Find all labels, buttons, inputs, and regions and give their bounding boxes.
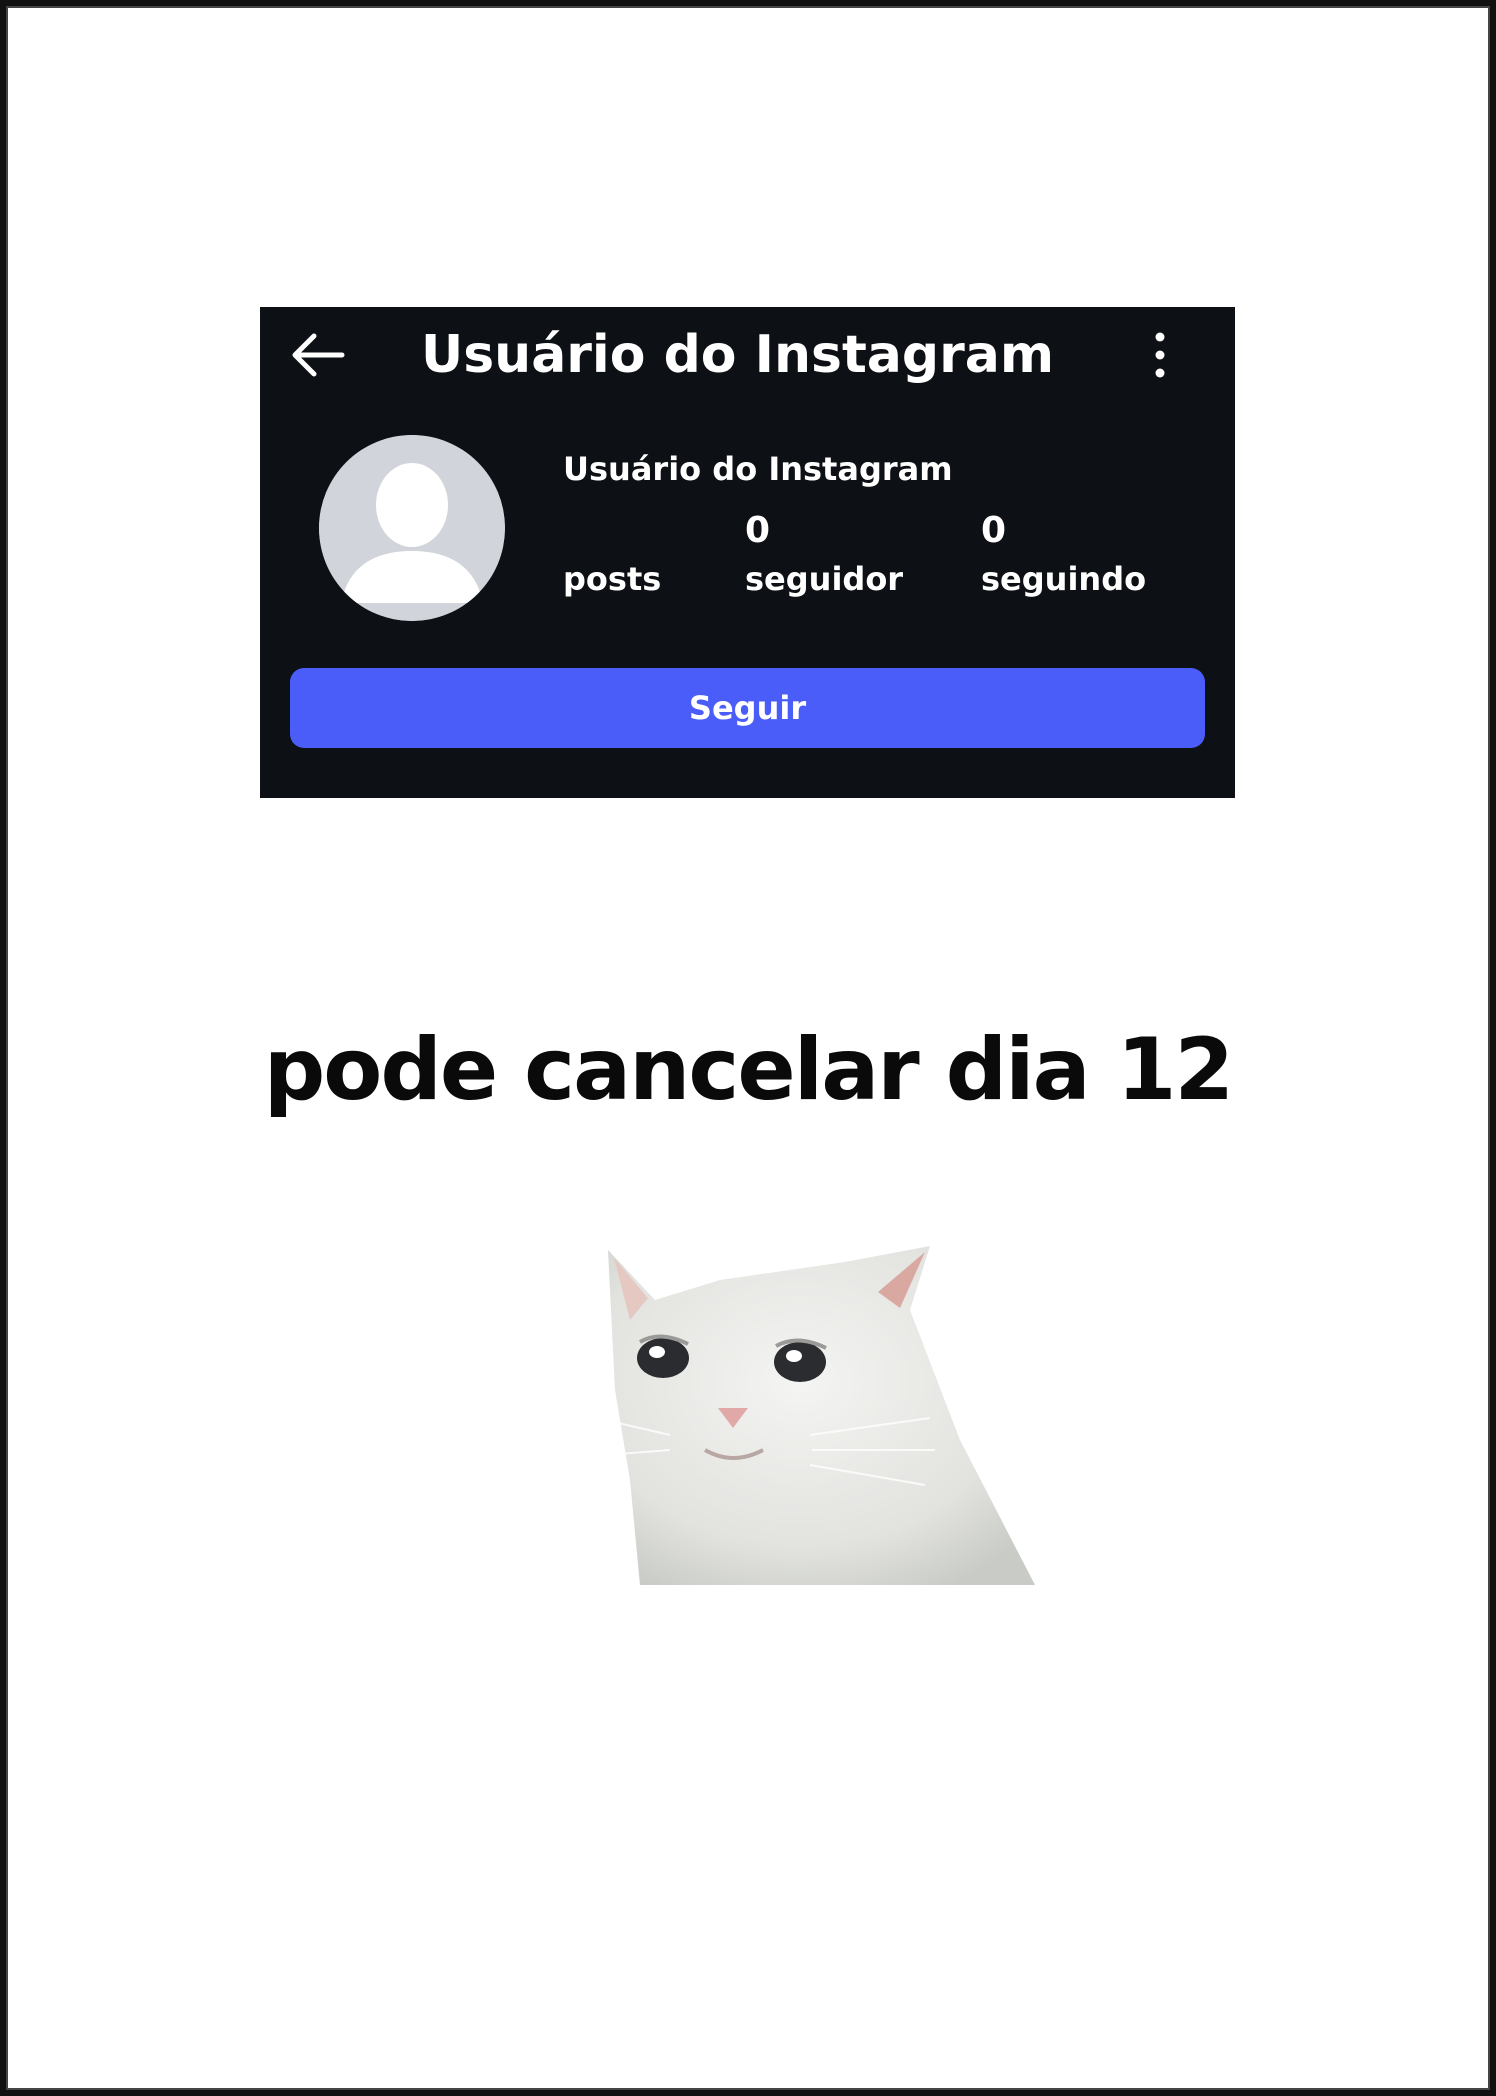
followers-count: 0 (745, 510, 771, 551)
profile-name: Usuário do Instagram (563, 450, 953, 488)
crying-cat-illustration (604, 1246, 1035, 1585)
follow-button[interactable]: Seguir (290, 668, 1205, 748)
instagram-profile-card: Usuário do Instagram Usuário do Instagra… (260, 307, 1235, 798)
posts-label: posts (563, 560, 662, 598)
back-button[interactable] (288, 325, 348, 385)
followers-label: seguidor (745, 560, 904, 598)
crying-cat-image (600, 1240, 1040, 1590)
following-count: 0 (981, 510, 1007, 551)
meme-caption: pode cancelar dia 12 (263, 1020, 1235, 1120)
following-label: seguindo (981, 560, 1147, 598)
following-stat[interactable]: 0 seguindo (981, 507, 1146, 603)
user-silhouette-icon (319, 435, 505, 621)
followers-stat[interactable]: 0 seguidor (745, 507, 903, 603)
posts-count (563, 507, 661, 555)
posts-stat[interactable]: posts (563, 507, 661, 603)
arrow-left-icon (292, 333, 345, 377)
more-options-button[interactable] (1140, 327, 1180, 383)
more-vertical-icon (1155, 332, 1165, 378)
header-title: Usuário do Instagram (421, 325, 1055, 385)
avatar[interactable] (319, 435, 505, 621)
